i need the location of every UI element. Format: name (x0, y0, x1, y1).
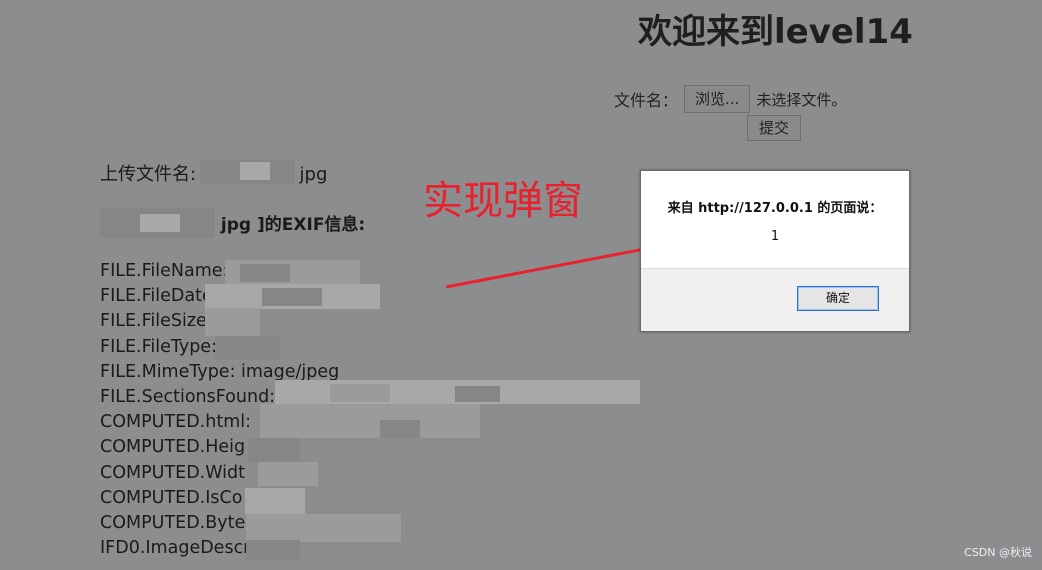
alert-dialog: 来自 http://127.0.0.1 的页面说： 1 确定 (640, 170, 910, 332)
dialog-message: 1 (770, 229, 780, 244)
watermark: CSDN @秋说 (964, 546, 1032, 559)
dialog-footer: 确定 (641, 268, 909, 331)
dialog-title: 来自 http://127.0.0.1 的页面说： (667, 201, 883, 216)
ok-button[interactable]: 确定 (797, 286, 879, 311)
